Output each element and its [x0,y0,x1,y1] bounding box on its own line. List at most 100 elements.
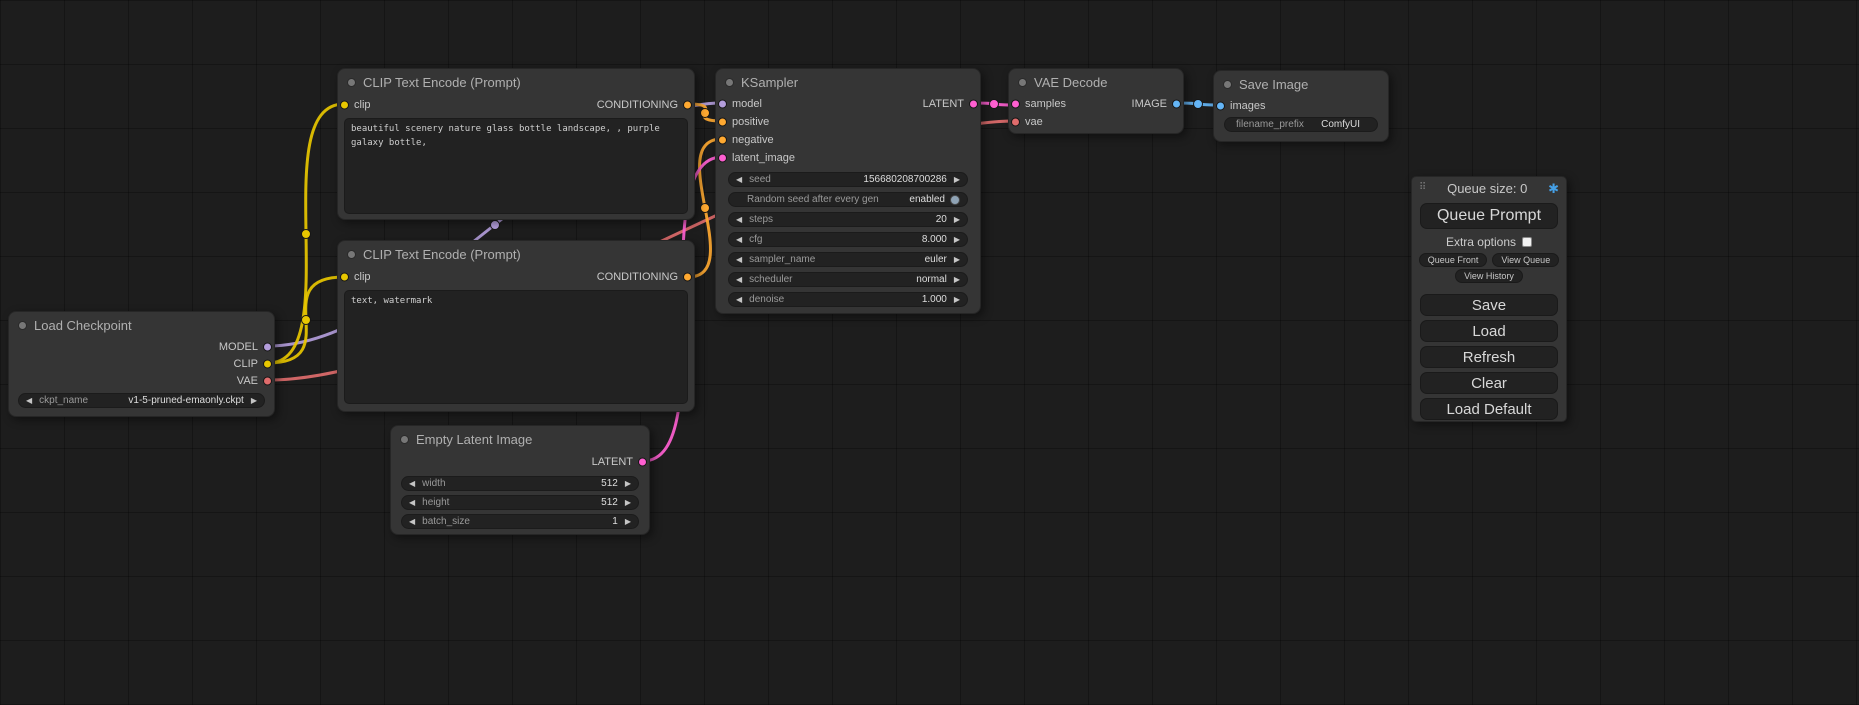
increment-arrow-icon[interactable]: ▶ [625,518,631,526]
negative-input-dot[interactable] [718,136,727,145]
decrement-arrow-icon[interactable]: ◀ [736,276,742,284]
view-history-button[interactable]: View History [1455,269,1523,283]
samples-input-label: samples [1025,98,1066,110]
latent-image-input-dot[interactable] [718,154,727,163]
collapse-toggle-icon[interactable] [1018,78,1027,87]
node-save-image[interactable]: Save Image images filename_prefix ComfyU… [1213,70,1389,142]
settings-gear-icon[interactable]: ✱ [1548,182,1559,195]
queue-panel-header[interactable]: ⠿ Queue size: 0 ✱ [1412,177,1566,199]
conditioning-output-label: CONDITIONING [597,271,678,283]
decrement-arrow-icon[interactable]: ◀ [736,216,742,224]
node-clip-text-encode-negative[interactable]: CLIP Text Encode (Prompt) clip CONDITION… [337,240,695,412]
queue-buttons-row: Queue Front View Queue [1412,253,1566,267]
positive-prompt-textarea[interactable]: beautiful scenery nature glass bottle la… [344,118,688,214]
model-output-dot[interactable] [263,342,272,351]
collapse-toggle-icon[interactable] [725,78,734,87]
increment-arrow-icon[interactable]: ▶ [954,296,960,304]
increment-arrow-icon[interactable]: ▶ [954,276,960,284]
increment-arrow-icon[interactable]: ▶ [954,256,960,264]
positive-input-dot[interactable] [718,118,727,127]
toggle-knob-icon[interactable] [950,195,960,205]
increment-arrow-icon[interactable]: ▶ [954,236,960,244]
save-button[interactable]: Save [1420,294,1558,316]
node-title-bar[interactable]: CLIP Text Encode (Prompt) [338,241,694,267]
node-title: Save Image [1239,77,1308,92]
extra-options-label: Extra options [1446,235,1516,249]
decrement-arrow-icon[interactable]: ◀ [736,256,742,264]
scheduler-widget[interactable]: ◀ scheduler normal ▶ [728,272,968,287]
vae-input-dot[interactable] [1011,118,1020,127]
model-input-dot[interactable] [718,100,727,109]
node-clip-text-encode-positive[interactable]: CLIP Text Encode (Prompt) clip CONDITION… [337,68,695,220]
collapse-toggle-icon[interactable] [400,435,409,444]
conditioning-output-dot[interactable] [683,273,692,282]
clip-output-dot[interactable] [263,359,272,368]
decrement-arrow-icon[interactable]: ◀ [736,296,742,304]
refresh-button[interactable]: Refresh [1420,346,1558,368]
decrement-arrow-icon[interactable]: ◀ [26,397,32,405]
conditioning-output-dot[interactable] [683,101,692,110]
increment-arrow-icon[interactable]: ▶ [625,499,631,507]
node-title-bar[interactable]: Load Checkpoint [9,312,274,338]
clear-button[interactable]: Clear [1420,372,1558,394]
widget-name: denoise [749,294,784,305]
collapse-toggle-icon[interactable] [347,78,356,87]
node-title: Empty Latent Image [416,432,532,447]
increment-arrow-icon[interactable]: ▶ [625,480,631,488]
samples-input-dot[interactable] [1011,100,1020,109]
node-graph-canvas[interactable]: Load Checkpoint MODEL CLIP VAE ◀ ckpt_na… [0,0,1859,705]
node-title-bar[interactable]: VAE Decode [1009,69,1183,95]
extra-options-checkbox[interactable] [1522,237,1532,247]
increment-arrow-icon[interactable]: ▶ [954,216,960,224]
cfg-widget[interactable]: ◀ cfg 8.000 ▶ [728,232,968,247]
node-title-bar[interactable]: Empty Latent Image [391,426,649,452]
widget-value: 512 [601,478,618,489]
decrement-arrow-icon[interactable]: ◀ [409,499,415,507]
node-title-bar[interactable]: CLIP Text Encode (Prompt) [338,69,694,95]
node-vae-decode[interactable]: VAE Decode samples IMAGE vae [1008,68,1184,134]
decrement-arrow-icon[interactable]: ◀ [409,480,415,488]
sampler-name-widget[interactable]: ◀ sampler_name euler ▶ [728,252,968,267]
images-input-dot[interactable] [1216,102,1225,111]
decrement-arrow-icon[interactable]: ◀ [736,236,742,244]
node-load-checkpoint[interactable]: Load Checkpoint MODEL CLIP VAE ◀ ckpt_na… [8,311,275,417]
seed-widget[interactable]: ◀ seed 156680208700286 ▶ [728,172,968,187]
vae-output-dot[interactable] [263,376,272,385]
increment-arrow-icon[interactable]: ▶ [251,397,257,405]
width-widget[interactable]: ◀ width 512 ▶ [401,476,639,491]
collapse-toggle-icon[interactable] [1223,80,1232,89]
port-row: model LATENT [716,95,980,113]
queue-front-button[interactable]: Queue Front [1419,253,1488,267]
decrement-arrow-icon[interactable]: ◀ [736,176,742,184]
node-title-bar[interactable]: KSampler [716,69,980,95]
batch-size-widget[interactable]: ◀ batch_size 1 ▶ [401,514,639,529]
clip-input-dot[interactable] [340,101,349,110]
ckpt-name-widget[interactable]: ◀ ckpt_name v1-5-pruned-emaonly.ckpt ▶ [18,393,265,408]
height-widget[interactable]: ◀ height 512 ▶ [401,495,639,510]
filename-prefix-widget[interactable]: filename_prefix ComfyUI [1224,117,1378,132]
increment-arrow-icon[interactable]: ▶ [954,176,960,184]
node-empty-latent-image[interactable]: Empty Latent Image LATENT ◀ width 512 ▶ … [390,425,650,535]
load-button[interactable]: Load [1420,320,1558,342]
node-title-bar[interactable]: Save Image [1214,71,1388,97]
collapse-toggle-icon[interactable] [18,321,27,330]
negative-prompt-textarea[interactable]: text, watermark [344,290,688,404]
node-ksampler[interactable]: KSampler model LATENT positive negative … [715,68,981,314]
random-seed-toggle[interactable]: Random seed after every gen enabled [728,192,968,207]
wire-midpoint-dot [491,221,500,230]
latent-output-dot[interactable] [969,100,978,109]
port-row: positive [716,113,980,131]
load-default-button[interactable]: Load Default [1420,398,1558,420]
port-row: CLIP [9,355,274,372]
clip-input-dot[interactable] [340,273,349,282]
denoise-widget[interactable]: ◀ denoise 1.000 ▶ [728,292,968,307]
latent-output-dot[interactable] [638,458,647,467]
image-output-dot[interactable] [1172,100,1181,109]
view-queue-button[interactable]: View Queue [1492,253,1559,267]
steps-widget[interactable]: ◀ steps 20 ▶ [728,212,968,227]
decrement-arrow-icon[interactable]: ◀ [409,518,415,526]
drag-handle-icon[interactable]: ⠿ [1419,183,1426,193]
port-row: images [1214,97,1388,115]
queue-prompt-button[interactable]: Queue Prompt [1420,203,1558,229]
collapse-toggle-icon[interactable] [347,250,356,259]
